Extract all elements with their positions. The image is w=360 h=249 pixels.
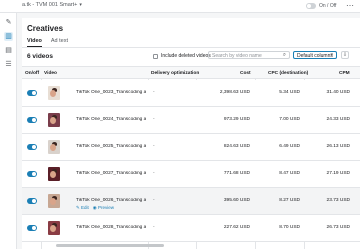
more-icon[interactable]: ⋯ <box>346 1 354 10</box>
search-input[interactable]: Search by video name ⌕ <box>208 51 290 59</box>
chevron-down-icon: ▾ <box>79 2 82 8</box>
delivery-value: - <box>153 117 155 122</box>
video-name[interactable]: TikTok One_0026_Transcoding and Y... <box>76 198 146 203</box>
thumbnail-face <box>50 117 56 124</box>
row-toggle[interactable] <box>27 198 37 204</box>
video-name[interactable]: TikTok One_0023_Transcoding and Y... <box>76 90 146 95</box>
thumbnail-face <box>50 225 56 232</box>
col-delivery[interactable]: Delivery optimization <box>151 71 199 76</box>
row-toggle[interactable] <box>27 90 37 96</box>
thumbnail-face <box>50 90 56 97</box>
row-toggle[interactable] <box>27 117 37 123</box>
tabs-divider <box>22 47 360 48</box>
cost-value: 395.60 USD <box>223 198 250 203</box>
table-header: On/off Video Delivery optimization Cost … <box>22 66 360 79</box>
edit-link[interactable]: ✎ Edit <box>76 205 89 211</box>
include-deleted-checkbox[interactable]: Include deleted videos <box>153 53 211 59</box>
cpm-value: 26.73 USD <box>326 225 350 230</box>
cost-value: 973.29 USD <box>223 117 250 122</box>
top-bar: a.tk - TVM 001 Smart+ ▾ On / Off ⋯ <box>0 0 360 13</box>
delivery-value: - <box>153 171 155 176</box>
col-cpm[interactable]: CPM <box>339 71 350 76</box>
video-thumbnail[interactable] <box>48 221 60 235</box>
row-actions: ✎ Edit ◉ Preview <box>76 205 114 211</box>
cpm-value: 31.40 USD <box>326 90 350 95</box>
table-row[interactable]: TikTok One_0024_Transcoding and Y... - 973… <box>22 107 360 134</box>
cpc-value: 8.27 USD <box>279 198 300 203</box>
edit-label: Edit <box>81 205 89 210</box>
download-icon[interactable]: ⇩ <box>341 51 349 59</box>
breadcrumb[interactable]: a.tk - TVM 001 Smart+ ▾ <box>22 2 82 8</box>
table-row[interactable]: TikTok One_0026_Transcoding and Y... ✎ Ed… <box>22 188 360 215</box>
creatives-panel: Creatives Video Ad text 6 videos Include… <box>22 18 360 249</box>
row-toggle[interactable] <box>27 225 37 231</box>
video-name[interactable]: TikTok One_0025_Transcoding and Y... <box>76 144 146 149</box>
cpm-value: 24.33 USD <box>326 117 350 122</box>
toggle-label: On / Off <box>319 3 337 9</box>
cost-value: 2,398.63 USD <box>219 90 250 95</box>
row-toggle[interactable] <box>27 171 37 177</box>
table-row[interactable]: TikTok One_0023_Transcoding and Y... - 2,3… <box>22 80 360 107</box>
left-nav-rail: ♪ ✎ ▥ ▤ ☰ <box>0 0 17 249</box>
preview-label: Preview <box>97 205 114 210</box>
columns-dropdown[interactable]: Default columns ▾ <box>293 51 337 59</box>
row-toggle[interactable] <box>27 144 37 150</box>
col-video[interactable]: Video <box>44 71 57 76</box>
cpc-value: 8.70 USD <box>279 225 300 230</box>
search-placeholder: Search by video name <box>212 53 262 59</box>
cpm-value: 27.19 USD <box>326 171 350 176</box>
tab-ad-text[interactable]: Ad text <box>51 38 68 47</box>
cpm-value: 23.73 USD <box>326 198 350 203</box>
chart-icon[interactable]: ▥ <box>4 32 13 41</box>
delivery-value: - <box>153 144 155 149</box>
video-name[interactable]: TikTok One_0024_Transcoding and Y... <box>76 117 146 122</box>
book-icon[interactable]: ▤ <box>4 46 13 55</box>
video-name[interactable]: TikTok One_0028_Transcoding and Y... <box>76 225 146 230</box>
delivery-value: - <box>153 90 155 95</box>
thumbnail-face <box>50 171 56 178</box>
campaign-toggle[interactable]: On / Off <box>306 3 336 9</box>
tab-video[interactable]: Video <box>27 38 42 47</box>
list-icon[interactable]: ☰ <box>4 60 13 69</box>
video-count: 6 videos <box>27 53 54 60</box>
col-cpc[interactable]: CPC (destination) <box>268 71 308 76</box>
table-row[interactable]: TikTok One_0028_Transcoding and Y... - 227… <box>22 215 360 242</box>
col-cost[interactable]: Cost <box>240 71 251 76</box>
horizontal-scrollbar[interactable] <box>56 244 164 247</box>
breadcrumb-text: a.tk - TVM 001 Smart+ <box>22 2 78 8</box>
cpm-value: 26.13 USD <box>326 144 350 149</box>
cost-value: 227.62 USD <box>223 225 250 230</box>
video-thumbnail[interactable] <box>48 167 60 181</box>
thumbnail-face <box>50 198 56 205</box>
include-deleted-label: Include deleted videos <box>161 53 211 59</box>
preview-link[interactable]: ◉ Preview <box>93 205 114 211</box>
video-thumbnail[interactable] <box>48 194 60 208</box>
toggle-switch[interactable] <box>306 3 316 9</box>
search-icon: ⌕ <box>282 52 286 58</box>
table-row[interactable]: TikTok One_0027_Transcoding and Y... - 771… <box>22 161 360 188</box>
cost-value: 824.63 USD <box>223 144 250 149</box>
thumbnail-face <box>50 144 56 151</box>
cpc-value: 8.47 USD <box>279 171 300 176</box>
cpc-value: 6.49 USD <box>279 144 300 149</box>
table-row[interactable]: TikTok One_0025_Transcoding and Y... - 824… <box>22 134 360 161</box>
edit-icon[interactable]: ✎ <box>4 18 13 27</box>
col-onoff[interactable]: On/off <box>25 71 39 76</box>
checkbox[interactable] <box>153 53 158 59</box>
video-thumbnail[interactable] <box>48 86 60 100</box>
video-thumbnail[interactable] <box>48 140 60 154</box>
page-title: Creatives <box>27 24 64 33</box>
tab-bar: Video Ad text <box>27 38 68 47</box>
video-name[interactable]: TikTok One_0027_Transcoding and Y... <box>76 171 146 176</box>
video-thumbnail[interactable] <box>48 113 60 127</box>
chevron-down-icon: ▾ <box>330 52 333 58</box>
delivery-value: - <box>153 225 155 230</box>
cpc-value: 7.00 USD <box>279 117 300 122</box>
columns-label: Default columns <box>297 53 333 59</box>
delivery-value: - <box>153 198 155 203</box>
cost-value: 771.68 USD <box>223 171 250 176</box>
cpc-value: 5.34 USD <box>279 90 300 95</box>
